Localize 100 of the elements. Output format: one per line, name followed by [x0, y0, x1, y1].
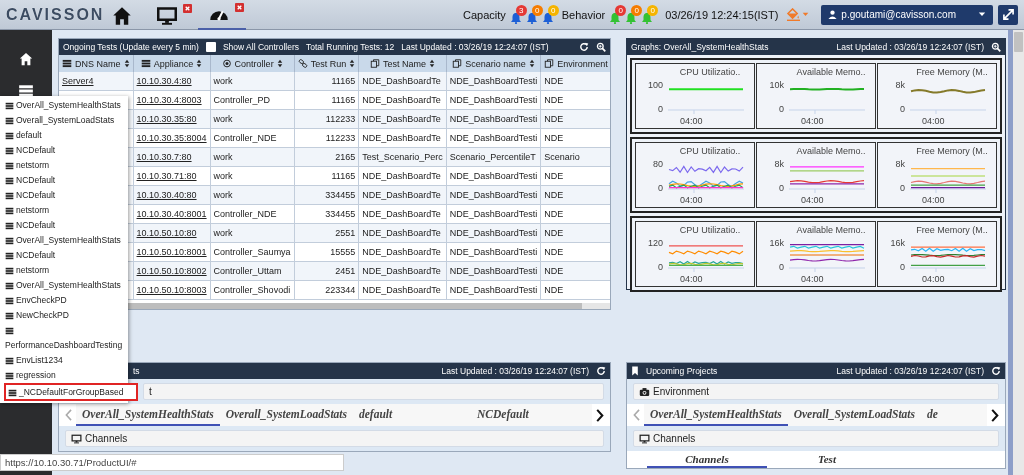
zoom-icon[interactable]	[596, 42, 606, 52]
scrollbar-thumb[interactable]	[1014, 32, 1023, 52]
tab[interactable]: default	[353, 404, 471, 426]
show-all-checkbox[interactable]	[205, 42, 216, 52]
zoom-icon[interactable]	[991, 42, 1001, 52]
bell-icon[interactable]	[541, 11, 554, 24]
environment-bar[interactable]: t	[143, 383, 604, 400]
panel-title: Upcoming Projects	[646, 366, 718, 376]
sub-tab[interactable]: Channels	[647, 451, 767, 468]
dropdown-item[interactable]: default	[0, 128, 134, 143]
bell-icon[interactable]	[525, 11, 538, 24]
chevron-right-icon[interactable]	[991, 408, 999, 422]
table-cell: NDE	[540, 166, 610, 186]
y-tick-label: 8k	[774, 159, 784, 169]
table-cell: 15555	[294, 242, 359, 262]
dropdown-item[interactable]: OverAll_SystemHealthStats	[0, 233, 134, 248]
monitor-icon	[156, 6, 178, 26]
sort-icon[interactable]	[123, 59, 130, 68]
x-tick-label: 04:00	[921, 116, 946, 126]
y-tick-label: 0	[900, 104, 905, 114]
list-icon	[8, 388, 17, 397]
dropdown-item[interactable]: netstorm	[0, 203, 134, 218]
column-header[interactable]: Environment	[540, 55, 610, 72]
table-cell: NDE	[540, 242, 610, 262]
dropdown-item[interactable]: PerformanceDashboardTesting	[0, 323, 134, 353]
menu-icon[interactable]	[18, 84, 34, 98]
table-cell: Controller_Saumya	[210, 242, 295, 262]
home-icon[interactable]	[18, 52, 34, 66]
dropdown-item[interactable]: NewCheckPD	[0, 308, 134, 323]
channels-bar[interactable]: Channels	[65, 430, 604, 447]
chart-title: Free Memory (M..	[915, 225, 989, 235]
appliance-link[interactable]: 10.10.30.71:80	[136, 171, 197, 181]
dropdown-item[interactable]: EnvList1234	[0, 353, 134, 368]
appliance-link[interactable]: 10.10.50.10:8001	[136, 247, 207, 257]
appliance-link[interactable]: 10.10.30.35:8004	[136, 133, 207, 143]
list-icon	[5, 191, 14, 200]
status-url: https://10.10.30.71/ProductUI/#	[5, 457, 137, 468]
dropdown-item[interactable]: OverAll_SystemHealthStats	[0, 98, 134, 113]
column-header[interactable]: DNS Name	[59, 55, 133, 72]
tab[interactable]: Overall_SystemLoadStats	[787, 404, 921, 426]
refresh-icon[interactable]	[596, 366, 606, 376]
y-tick-label: 100	[647, 80, 663, 90]
alert-group-label: Behavior	[561, 8, 606, 21]
dropdown-item[interactable]: Overall_SystemLoadStats	[0, 113, 134, 128]
list-icon	[5, 251, 14, 260]
bell-icon[interactable]	[509, 11, 522, 24]
appliance-link[interactable]: 10.10.30.4:8003	[136, 95, 202, 105]
column-header[interactable]: Controller	[210, 55, 295, 72]
dropdown-item[interactable]: NCDefault	[0, 188, 134, 203]
column-header[interactable]: Appliance	[133, 55, 211, 72]
sort-icon[interactable]	[276, 59, 283, 68]
sort-icon[interactable]	[528, 59, 535, 68]
tab[interactable]: de	[921, 404, 944, 426]
column-header[interactable]: Test Run	[294, 55, 359, 72]
table-cell: NDE_DashBoardTesti	[446, 280, 541, 300]
appliance-link[interactable]: 10.10.50.10:8003	[136, 285, 207, 295]
user-menu-button[interactable]: p.goutami@cavisson.com	[821, 4, 993, 25]
y-tick-label: 0	[779, 104, 784, 114]
y-tick-label: 0	[779, 183, 784, 193]
sort-icon[interactable]	[349, 59, 356, 68]
column-header[interactable]: Scenario name	[446, 55, 541, 72]
x-tick-label: 04:00	[921, 274, 946, 284]
environment-bar[interactable]: Environment	[633, 383, 999, 400]
nav-tab[interactable]	[198, 0, 246, 30]
dropdown-item[interactable]: OverAll_SystemHealthStats	[0, 278, 134, 293]
channels-bar[interactable]: Channels	[633, 430, 999, 447]
home-icon	[112, 6, 132, 26]
dropdown-item[interactable]: netstorm	[0, 263, 134, 278]
table-cell: 334455	[294, 204, 359, 224]
sort-icon[interactable]	[196, 59, 203, 68]
dropdown-item[interactable]: NCDefault	[0, 143, 134, 158]
chevron-right-icon[interactable]	[596, 408, 604, 422]
chart-title: CPU Utilizatio..	[678, 225, 742, 235]
bell-icon[interactable]	[609, 11, 622, 24]
table-cell: NDE_DashBoardTesti	[446, 72, 541, 91]
column-label: Test Name	[382, 58, 426, 69]
list-icon	[5, 101, 14, 110]
dropdown-item[interactable]: regression	[0, 368, 134, 383]
dropdown-item[interactable]: NCDefault	[0, 218, 134, 233]
dropdown-item[interactable]: NCDefault	[0, 248, 134, 263]
y-tick-label: 8k	[895, 159, 905, 169]
tab[interactable]: NCDefault	[471, 404, 535, 426]
bar-label: Channels	[85, 433, 128, 444]
y-tick-label: 10k	[769, 80, 784, 90]
last-updated: Last Updated : 03/26/19 12:24:07 (IST)	[836, 42, 984, 52]
column-header[interactable]: Test Name	[358, 55, 447, 72]
dropdown-item[interactable]: _NCDefaultForGroupBased	[4, 383, 138, 401]
sort-icon[interactable]	[428, 59, 435, 68]
appliance-link[interactable]: 10.10.30.40:8001	[136, 209, 207, 219]
refresh-icon[interactable]	[991, 366, 1001, 376]
dropdown-item[interactable]: EnvCheckPD	[0, 293, 134, 308]
x-tick-label: 04:00	[679, 274, 704, 284]
sub-tab[interactable]: Test	[767, 451, 887, 468]
table-cell: NDE	[540, 280, 610, 300]
expand-button[interactable]	[998, 4, 1018, 25]
dropdown-item[interactable]: NCDefault	[0, 173, 134, 188]
dropdown-item[interactable]: netstorm	[0, 158, 134, 173]
refresh-icon[interactable]	[579, 42, 589, 52]
y-tick-label: 0	[658, 104, 663, 114]
tab[interactable]: Overall_SystemLoadStats	[219, 404, 353, 426]
